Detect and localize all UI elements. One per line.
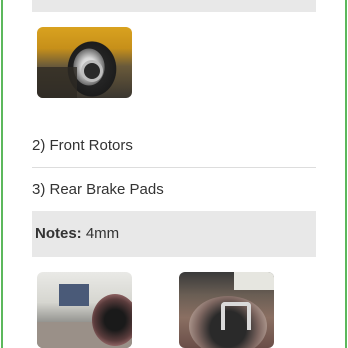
notes-value: 4mm: [81, 225, 120, 242]
photo-cabinet: [59, 284, 89, 306]
photo-highlight: [234, 272, 274, 290]
photo-rotor: [92, 294, 132, 346]
previous-section-band: [32, 0, 316, 12]
notes-row: Notes: 4mm: [32, 211, 316, 257]
brake-pad-photo[interactable]: [179, 272, 274, 348]
rotor-hub: [81, 60, 103, 82]
front-rotors-label: 2) Front Rotors: [32, 137, 133, 154]
photo-caliper: [221, 302, 251, 330]
photo-shadow: [37, 67, 77, 98]
inspection-report: 2) Front Rotors 3) Rear Brake Pads Notes…: [0, 0, 348, 348]
garage-rotor-photo[interactable]: [37, 272, 132, 348]
front-rotors-item: 2) Front Rotors: [32, 124, 316, 168]
notes-label: Notes:: [35, 225, 82, 242]
rear-brake-pads-label: 3) Rear Brake Pads: [32, 181, 164, 198]
rotor-photo[interactable]: [37, 27, 132, 98]
right-border: [345, 0, 347, 348]
left-border: [1, 0, 3, 348]
rear-brake-pads-item: 3) Rear Brake Pads: [32, 168, 316, 211]
